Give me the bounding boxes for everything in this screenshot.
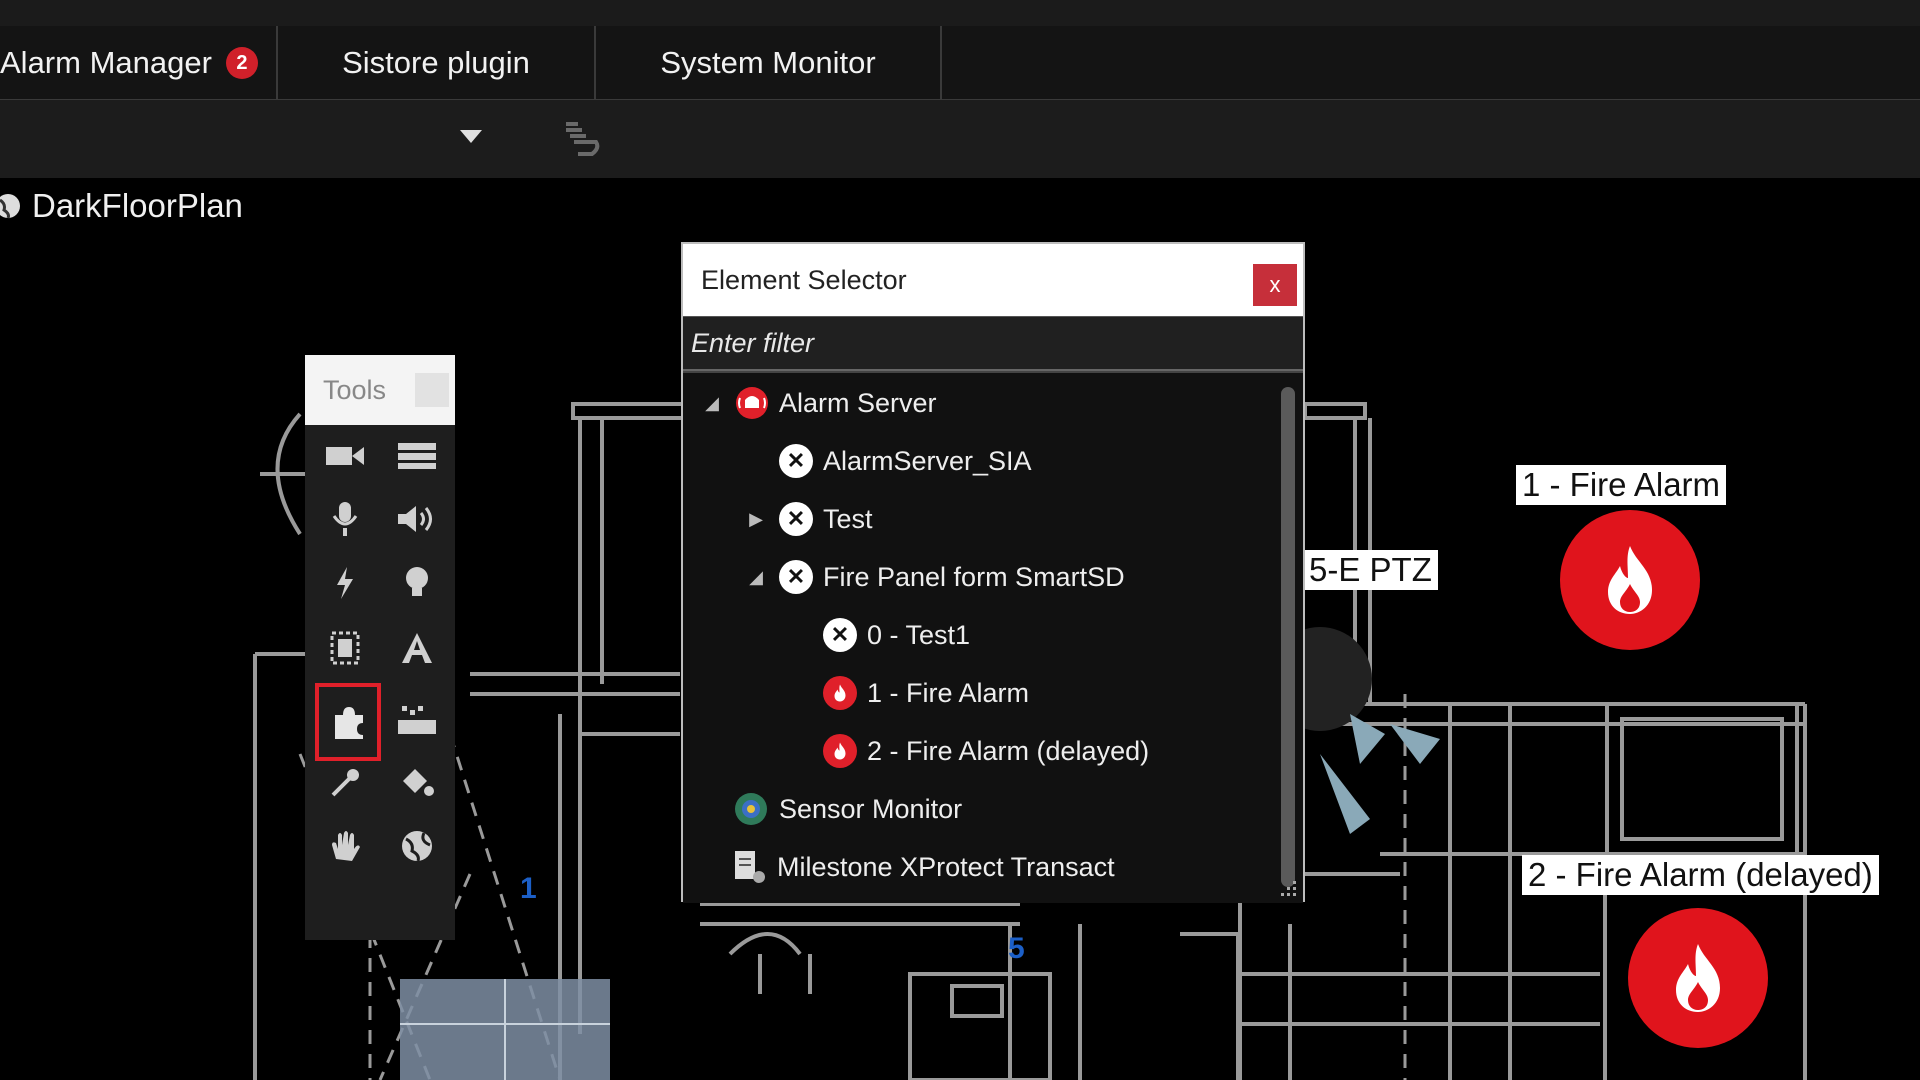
- fire-icon: [823, 734, 857, 768]
- tree-item-alarm-server[interactable]: ◢ Alarm Server: [701, 377, 937, 429]
- microphone-tool-icon[interactable]: [317, 491, 373, 547]
- tree-item-fire-alarm[interactable]: 1 - Fire Alarm: [823, 667, 1029, 719]
- globe-icon: [0, 194, 20, 219]
- flame-icon: [1676, 944, 1720, 1012]
- tools-title: Tools: [323, 374, 387, 405]
- tree-item-label: AlarmServer_SIA: [823, 445, 1032, 476]
- element-tree: ◢ Alarm Server ✕ AlarmServer_SIA ▶ ✕ Tes…: [683, 371, 1303, 903]
- filter-input[interactable]: Enter filter: [683, 316, 1303, 371]
- camera-label: 5-E PTZ: [1303, 550, 1438, 590]
- tree-item-label: 0 - Test1: [867, 619, 971, 650]
- camera-icon: [326, 447, 364, 465]
- puzzle-piece-icon: [335, 707, 363, 739]
- tree-item-label: Test: [823, 503, 873, 534]
- status-tool-icon[interactable]: [389, 690, 445, 746]
- server-tool-icon[interactable]: [389, 428, 445, 484]
- close-button[interactable]: x: [1253, 264, 1297, 306]
- collapse-arrow-icon[interactable]: ◢: [745, 567, 767, 588]
- tree-item-test1[interactable]: ✕ 0 - Test1: [823, 609, 970, 661]
- tools-close-button[interactable]: [415, 373, 449, 407]
- toolbar: [0, 100, 1920, 178]
- fire-alarm-1-icon[interactable]: [1560, 510, 1700, 650]
- tree-item-fire-panel[interactable]: ◢ ✕ Fire Panel form SmartSD: [745, 551, 1125, 603]
- tab-label: Alarm Manager: [0, 44, 212, 80]
- filter-placeholder: Enter filter: [691, 327, 815, 358]
- flame-icon: [1608, 546, 1652, 614]
- tab-label: Sistore plugin: [342, 44, 530, 80]
- selection-icon: [330, 631, 360, 665]
- lightning-icon: [337, 567, 353, 599]
- collapse-arrow-icon[interactable]: ◢: [701, 393, 723, 414]
- room-number-5: 5: [1008, 932, 1025, 965]
- fill-tool-icon[interactable]: [389, 755, 445, 811]
- scrollbar[interactable]: [1281, 387, 1295, 887]
- tree-item-milestone-transact[interactable]: Milestone XProtect Transact: [733, 841, 1115, 893]
- eyedropper-icon: [331, 769, 359, 797]
- text-tool-icon[interactable]: [389, 620, 445, 676]
- sensor-monitor-icon: [735, 793, 767, 825]
- speaker-tool-icon[interactable]: [389, 491, 445, 547]
- paint-bucket-icon: [403, 769, 434, 796]
- tab-sistore-plugin[interactable]: Sistore plugin: [278, 26, 596, 99]
- tree-item-label: 1 - Fire Alarm: [867, 677, 1030, 708]
- tree-item-test[interactable]: ▶ ✕ Test: [745, 493, 873, 545]
- alarm-server-icon: [736, 387, 768, 419]
- tree-item-label: 2 - Fire Alarm (delayed): [867, 735, 1150, 766]
- text-a-icon: [402, 633, 432, 663]
- tree-item-label: Alarm Server: [779, 387, 937, 418]
- globe-icon: [402, 831, 432, 862]
- disconnected-icon: ✕: [779, 560, 813, 594]
- resize-grip-icon[interactable]: [1275, 879, 1299, 901]
- map-title: DarkFloorPlan: [32, 187, 243, 224]
- setup-hand-icon[interactable]: [560, 118, 604, 158]
- close-icon: x: [1269, 272, 1281, 297]
- pan-tool-icon[interactable]: [317, 818, 373, 874]
- fire-alarm-2-label: 2 - Fire Alarm (delayed): [1522, 855, 1879, 895]
- disconnected-icon: ✕: [779, 502, 813, 536]
- tree-item-label: Fire Panel form SmartSD: [823, 561, 1125, 592]
- tools-header[interactable]: Tools: [305, 355, 455, 425]
- server-icon: [398, 443, 436, 469]
- tab-bar: Alarm Manager 2 Sistore plugin System Mo…: [0, 26, 1920, 100]
- element-selector-dialog: Element Selector x Enter filter ◢ Alarm …: [681, 242, 1305, 903]
- lightbulb-icon: [406, 567, 428, 596]
- alarm-count-badge: 2: [225, 46, 258, 79]
- output-tool-icon[interactable]: [389, 555, 445, 611]
- tab-label: System Monitor: [660, 44, 876, 80]
- breadcrumb: DarkFloorPlan: [0, 178, 243, 234]
- camera-tool-icon[interactable]: [317, 428, 373, 484]
- dropdown-arrow-icon[interactable]: [460, 130, 482, 144]
- tree-item-fire-alarm-delayed[interactable]: 2 - Fire Alarm (delayed): [823, 725, 1149, 777]
- status-panel-icon: [398, 706, 436, 734]
- tab-system-monitor[interactable]: System Monitor: [596, 26, 942, 99]
- fire-alarm-1-label: 1 - Fire Alarm: [1516, 465, 1727, 505]
- dialog-title-bar[interactable]: Element Selector x: [683, 244, 1303, 316]
- title-strip: [0, 0, 1920, 27]
- disconnected-icon: ✕: [823, 618, 857, 652]
- tools-palette: Tools: [305, 355, 455, 940]
- fire-alarm-2-icon[interactable]: [1628, 908, 1768, 1048]
- tree-item-sensor-monitor[interactable]: Sensor Monitor: [733, 783, 962, 835]
- tree-item-alarmserver-sia[interactable]: ✕ AlarmServer_SIA: [779, 435, 1032, 487]
- event-tool-icon[interactable]: [317, 555, 373, 611]
- transact-icon: [735, 851, 765, 883]
- expand-arrow-icon[interactable]: ▶: [745, 509, 767, 530]
- room-number-1: 1: [520, 872, 537, 905]
- tree-item-label: Sensor Monitor: [779, 793, 963, 824]
- link-map-tool-icon[interactable]: [389, 818, 445, 874]
- microphone-icon: [332, 502, 358, 536]
- select-tool-icon[interactable]: [317, 620, 373, 676]
- color-picker-tool-icon[interactable]: [317, 755, 373, 811]
- hand-icon: [332, 831, 360, 861]
- speaker-icon: [398, 506, 432, 532]
- dialog-title: Element Selector: [701, 264, 907, 295]
- plugin-tool-icon[interactable]: [315, 683, 381, 761]
- tree-item-label: Milestone XProtect Transact: [777, 851, 1115, 882]
- disconnected-icon: ✕: [779, 444, 813, 478]
- tab-alarm-manager[interactable]: Alarm Manager 2: [0, 26, 278, 99]
- fire-icon: [823, 676, 857, 710]
